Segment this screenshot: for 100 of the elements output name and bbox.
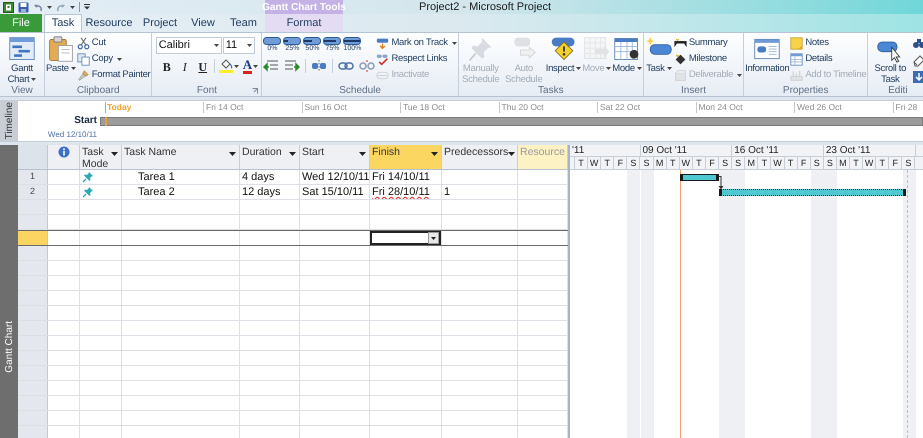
row-header[interactable]: [18, 336, 48, 350]
table-cell: Wed 12/10/11: [302, 170, 369, 184]
info-icon: [58, 146, 70, 158]
timescale-label: W: [864, 158, 874, 168]
add-to-timeline-icon: [790, 69, 804, 82]
row-header[interactable]: [18, 291, 48, 305]
caret-icon: [70, 66, 76, 70]
row-header[interactable]: [18, 351, 48, 365]
ribbon-button[interactable]: Paste: [46, 35, 76, 74]
column-header[interactable]: Predecessors: [442, 145, 518, 169]
cell-editor[interactable]: [370, 231, 441, 245]
fill-color-button[interactable]: [218, 58, 239, 74]
row-header[interactable]: [18, 411, 48, 425]
ribbon-button[interactable]: Copy: [76, 52, 150, 67]
dropdown-arrow-icon: [289, 152, 296, 156]
row-header[interactable]: [18, 321, 48, 335]
ribbon-group-label: Editi: [888, 85, 908, 96]
timescale-label: T: [762, 158, 768, 168]
undo-icon: [33, 2, 43, 12]
indent-icon: [284, 59, 300, 73]
timeline-date: Wed 26 Oct: [797, 102, 842, 112]
caret-icon: [214, 44, 219, 47]
timescale-label: '11: [572, 145, 584, 156]
timeline-date: Sun 16 Oct: [304, 102, 348, 112]
font-size-dropdown[interactable]: 11: [222, 37, 255, 54]
ribbon-button[interactable]: Task: [644, 35, 673, 74]
row-header[interactable]: [18, 306, 48, 320]
row-header[interactable]: 1: [18, 170, 48, 184]
ribbon-button[interactable]: Notes: [790, 36, 866, 51]
save-icon: [18, 2, 29, 12]
contextual-tab-group: Gantt Chart Tools: [265, 0, 343, 14]
timescale-label: T: [670, 158, 676, 168]
dependency-arrow: [718, 175, 726, 190]
details-icon: [790, 53, 804, 66]
ribbon-button[interactable]: Information: [745, 35, 790, 74]
font-name-dropdown[interactable]: Calibri: [156, 37, 222, 54]
fill-down-icon: [912, 70, 923, 84]
row-header[interactable]: 2: [18, 185, 48, 199]
timescale-label: T: [696, 158, 702, 168]
table-cell: Tarea 2: [138, 185, 175, 199]
row-header[interactable]: [18, 215, 48, 229]
timescale-label: T: [788, 158, 794, 168]
timescale-label: W: [590, 158, 598, 168]
fill-button[interactable]: [912, 70, 923, 84]
row-header[interactable]: [18, 200, 48, 214]
timescale-label: 09 Oct '11: [642, 145, 688, 156]
timeline-date: Mon 24 Oct: [698, 102, 742, 112]
ribbon-button[interactable]: Mark on Track: [376, 36, 457, 51]
ribbon-button[interactable]: Inspect: [546, 35, 582, 74]
ribbon-button[interactable]: Mode: [612, 35, 642, 74]
text-style-button[interactable]: U: [196, 58, 210, 74]
task-bar[interactable]: [719, 189, 906, 196]
row-header[interactable]: [18, 261, 48, 275]
summary-icon: [674, 37, 687, 50]
eraser-icon: [912, 53, 923, 67]
ribbon-button[interactable]: Milestone: [674, 52, 742, 67]
binoculars-icon: [912, 36, 923, 50]
caret-icon: [116, 58, 122, 61]
clear-button[interactable]: [912, 53, 923, 67]
column-header[interactable]: [48, 145, 80, 169]
ribbon-tab[interactable]: Format: [265, 14, 343, 32]
row-header[interactable]: [18, 396, 48, 410]
timescale-label: M: [656, 158, 664, 168]
row-header[interactable]: [18, 276, 48, 290]
deliverable-icon: [674, 69, 687, 82]
row-header[interactable]: [18, 426, 48, 438]
font-color-button[interactable]: A: [242, 58, 258, 74]
row-header[interactable]: [18, 231, 48, 245]
task-bar[interactable]: [680, 174, 720, 181]
text-style-button[interactable]: I: [178, 58, 192, 74]
ribbon-tab[interactable]: Task: [44, 14, 82, 32]
ribbon-button[interactable]: Summary: [674, 36, 742, 51]
column-header[interactable]: Task Name: [122, 145, 240, 169]
ribbon-tab[interactable]: Project: [136, 14, 184, 32]
timeline-date: Sat 22 Oct: [600, 102, 640, 112]
ribbon-tab[interactable]: Team: [222, 14, 265, 32]
column-header[interactable]: Finish: [370, 145, 442, 169]
ribbon-tab[interactable]: Resource: [82, 14, 136, 32]
paint-bucket-icon: [218, 58, 233, 74]
row-header[interactable]: [18, 366, 48, 380]
caret-icon: [70, 6, 75, 8]
table-cell: Fri 28/10/11: [372, 185, 430, 199]
ribbon-button[interactable]: Details: [790, 52, 866, 67]
ribbon-button[interactable]: Gantt Chart: [1, 35, 43, 85]
dropdown-button[interactable]: [428, 232, 439, 244]
ribbon-button[interactable]: Format Painter: [76, 68, 150, 83]
ribbon-tab[interactable]: File: [0, 14, 42, 32]
find-button[interactable]: [912, 36, 923, 50]
text-style-button[interactable]: B: [160, 58, 174, 74]
ribbon-button[interactable]: Respect Links: [376, 52, 457, 67]
column-header[interactable]: Task Mode: [80, 145, 122, 169]
row-header[interactable]: [18, 381, 48, 395]
ribbon-button[interactable]: Scroll to Task: [869, 35, 912, 85]
row-header[interactable]: [18, 246, 48, 260]
ribbon-tab[interactable]: View: [184, 14, 222, 32]
column-header[interactable]: Start: [300, 145, 370, 169]
caret-icon: [431, 236, 436, 240]
column-header[interactable]: Duration: [240, 145, 300, 169]
ribbon-button[interactable]: Cut: [76, 36, 150, 51]
caret-icon: [452, 42, 457, 45]
